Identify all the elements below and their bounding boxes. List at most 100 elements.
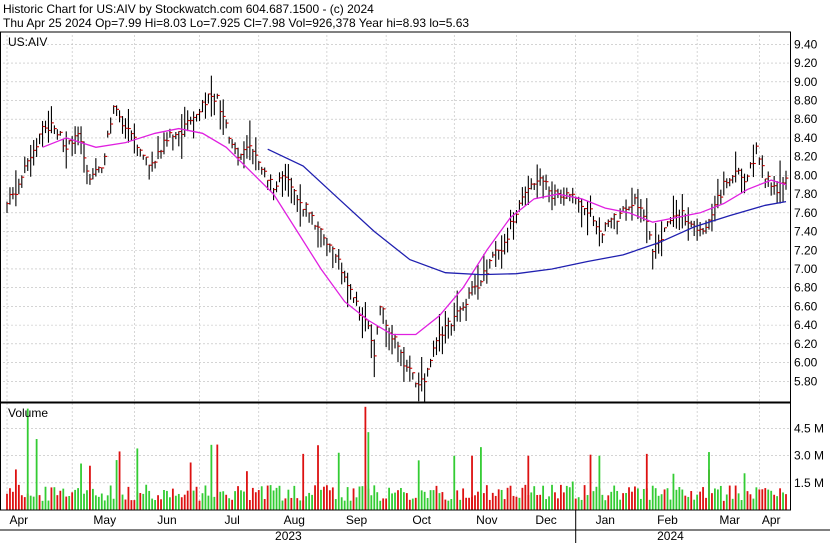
volume-bar bbox=[515, 496, 518, 510]
volume-bar bbox=[293, 485, 296, 510]
volume-bar bbox=[118, 451, 121, 510]
price-tick-label: 6.60 bbox=[794, 299, 818, 313]
volume-bar bbox=[559, 484, 562, 510]
volume-bar bbox=[734, 485, 737, 510]
volume-bar bbox=[177, 493, 180, 510]
volume-bar bbox=[29, 495, 32, 510]
volume-bar bbox=[468, 497, 470, 510]
price-tick-label: 9.00 bbox=[794, 75, 818, 89]
volume-bar bbox=[776, 496, 779, 510]
volume-bar bbox=[488, 499, 491, 510]
volume-bar bbox=[148, 490, 151, 510]
volume-bar bbox=[438, 493, 441, 510]
volume-bar bbox=[429, 490, 432, 510]
volume-bar bbox=[728, 485, 731, 510]
volume-bar bbox=[68, 495, 71, 510]
volume-bar bbox=[423, 491, 426, 510]
volume-bar bbox=[737, 493, 740, 510]
volume-bar bbox=[237, 486, 239, 510]
month-tick-label: Jan bbox=[596, 513, 615, 527]
volume-bar bbox=[521, 487, 524, 510]
volume-bar bbox=[574, 498, 577, 510]
volume-bar bbox=[385, 498, 388, 510]
chart-background bbox=[0, 0, 830, 543]
volume-bar bbox=[305, 496, 308, 510]
volume-bar bbox=[551, 484, 553, 510]
month-tick-label: Jul bbox=[224, 513, 239, 527]
volume-bar bbox=[32, 496, 35, 510]
volume-bar bbox=[506, 487, 509, 510]
volume-bar bbox=[453, 455, 456, 510]
month-tick-label: Dec bbox=[535, 513, 556, 527]
volume-bar bbox=[257, 490, 260, 510]
price-tick-label: 7.20 bbox=[794, 243, 818, 257]
price-tick-label: 8.00 bbox=[794, 168, 818, 182]
volume-bar bbox=[352, 488, 355, 510]
volume-bar bbox=[355, 497, 358, 510]
volume-bar bbox=[89, 465, 91, 510]
volume-bar bbox=[619, 499, 622, 510]
volume-bar bbox=[234, 491, 236, 510]
volume-bar bbox=[189, 462, 192, 510]
volume-bar bbox=[340, 497, 343, 510]
volume-tick-label: 4.5 M bbox=[794, 422, 824, 436]
volume-bar bbox=[343, 500, 346, 510]
price-tick-label: 6.40 bbox=[794, 318, 818, 332]
volume-bar bbox=[213, 496, 216, 510]
volume-bar bbox=[379, 500, 382, 510]
volume-bar bbox=[180, 497, 183, 510]
volume-bar bbox=[35, 439, 38, 510]
volume-bar bbox=[743, 473, 746, 510]
volume-bar bbox=[592, 491, 595, 510]
volume-bar bbox=[524, 484, 527, 510]
volume-bar bbox=[290, 497, 293, 510]
volume-bar bbox=[432, 490, 435, 510]
volume-bar bbox=[456, 490, 459, 510]
volume-bar bbox=[417, 460, 420, 510]
price-tick-label: 8.20 bbox=[794, 150, 818, 164]
month-tick-label: Nov bbox=[476, 513, 497, 527]
volume-bar bbox=[426, 497, 429, 510]
volume-bar bbox=[625, 492, 627, 510]
volume-bar bbox=[678, 487, 681, 510]
volume-bar bbox=[317, 445, 319, 510]
volume-bar bbox=[785, 494, 787, 510]
month-tick-label: Apr bbox=[762, 513, 781, 527]
volume-bar bbox=[583, 485, 586, 510]
volume-bar bbox=[195, 486, 198, 510]
volume-bar bbox=[536, 494, 539, 510]
volume-bar bbox=[391, 493, 393, 510]
volume-bar bbox=[231, 499, 234, 510]
volume-bar bbox=[219, 491, 222, 510]
volume-bar bbox=[240, 490, 242, 510]
volume-bar bbox=[65, 496, 68, 510]
volume-bar bbox=[589, 454, 592, 510]
volume-bar bbox=[38, 495, 41, 510]
volume-bar bbox=[311, 494, 313, 510]
volume-bar bbox=[690, 491, 693, 510]
price-tick-label: 8.80 bbox=[794, 94, 818, 108]
volume-bar bbox=[59, 490, 62, 510]
volume-bar bbox=[133, 500, 136, 510]
volume-bar bbox=[562, 492, 565, 510]
volume-bar bbox=[512, 495, 515, 510]
month-tick-label: Jun bbox=[157, 513, 176, 527]
volume-bar bbox=[684, 495, 687, 510]
volume-bar bbox=[616, 490, 619, 510]
volume-bar bbox=[749, 494, 752, 510]
volume-tick-label: 1.5 M bbox=[794, 476, 824, 490]
volume-bar bbox=[106, 495, 109, 510]
volume-bar bbox=[314, 485, 316, 510]
year-tick-label: 2023 bbox=[275, 529, 302, 543]
volume-bar bbox=[308, 492, 311, 510]
volume-spike-bar bbox=[364, 406, 367, 510]
volume-bar bbox=[299, 500, 302, 510]
year-tick-label: 2024 bbox=[657, 529, 684, 543]
volume-bar bbox=[83, 493, 85, 510]
volume-bar bbox=[20, 495, 23, 510]
volume-bar bbox=[533, 486, 536, 510]
volume-bar bbox=[97, 496, 100, 510]
volume-bar bbox=[263, 499, 266, 510]
volume-bar bbox=[782, 492, 784, 510]
volume-bar bbox=[604, 500, 607, 510]
